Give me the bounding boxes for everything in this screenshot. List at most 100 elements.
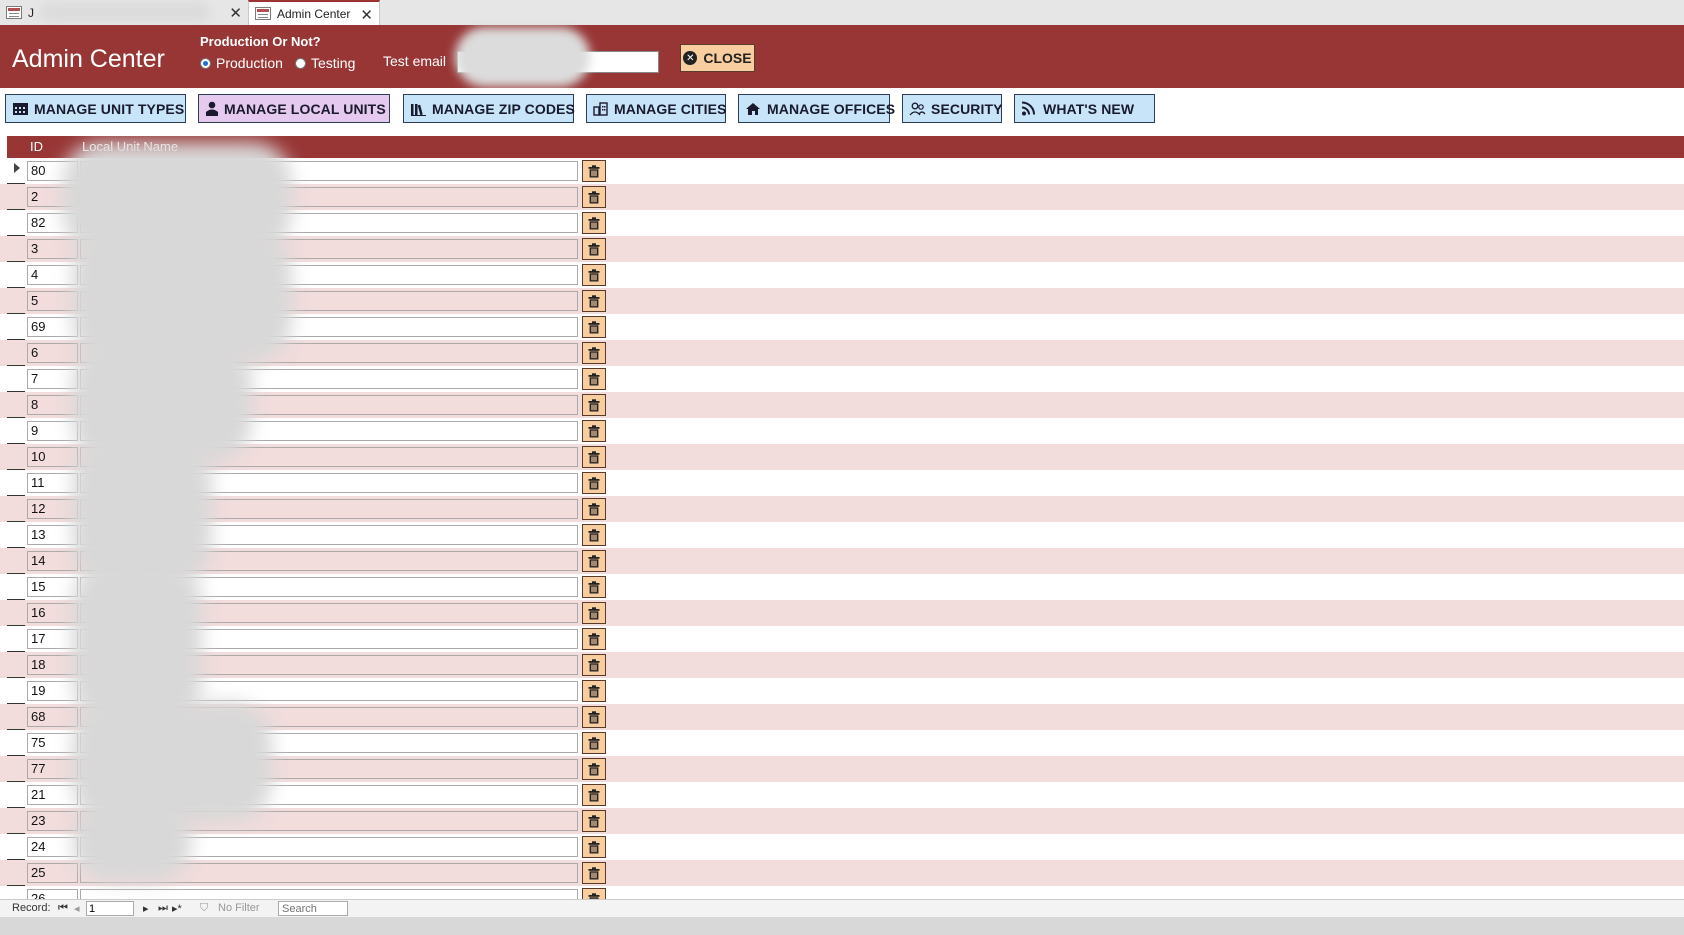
record-selector[interactable] bbox=[7, 236, 25, 262]
delete-button[interactable] bbox=[582, 238, 606, 260]
id-cell[interactable]: 6 bbox=[27, 343, 78, 363]
table-row[interactable]: 16 bbox=[0, 600, 1684, 626]
id-cell[interactable]: 69 bbox=[27, 317, 78, 337]
id-cell[interactable]: 80 bbox=[27, 161, 78, 181]
delete-button[interactable] bbox=[582, 472, 606, 494]
delete-button[interactable] bbox=[582, 368, 606, 390]
delete-button[interactable] bbox=[582, 680, 606, 702]
previous-record-icon[interactable]: ◂ bbox=[74, 902, 80, 915]
local-unit-name-cell[interactable] bbox=[80, 785, 578, 805]
record-selector[interactable] bbox=[7, 184, 25, 210]
local-unit-name-cell[interactable] bbox=[80, 733, 578, 753]
table-row[interactable]: 69 bbox=[0, 314, 1684, 340]
local-unit-name-cell[interactable] bbox=[80, 395, 578, 415]
record-selector[interactable] bbox=[7, 730, 25, 756]
id-cell[interactable]: 82 bbox=[27, 213, 78, 233]
delete-button[interactable] bbox=[582, 264, 606, 286]
id-cell[interactable]: 75 bbox=[27, 733, 78, 753]
table-row[interactable]: 21 bbox=[0, 782, 1684, 808]
table-row[interactable]: 12 bbox=[0, 496, 1684, 522]
record-selector[interactable] bbox=[7, 626, 25, 652]
local-unit-name-cell[interactable] bbox=[80, 499, 578, 519]
delete-button[interactable] bbox=[582, 732, 606, 754]
id-cell[interactable]: 25 bbox=[27, 863, 78, 883]
id-cell[interactable]: 15 bbox=[27, 577, 78, 597]
id-cell[interactable]: 11 bbox=[27, 473, 78, 493]
local-unit-name-cell[interactable] bbox=[80, 551, 578, 571]
local-unit-name-cell[interactable] bbox=[80, 629, 578, 649]
table-row[interactable]: 15 bbox=[0, 574, 1684, 600]
local-unit-name-cell[interactable] bbox=[80, 421, 578, 441]
record-selector[interactable] bbox=[7, 886, 25, 899]
delete-button[interactable] bbox=[582, 550, 606, 572]
manage-zip-codes-button[interactable]: MANAGE ZIP CODES bbox=[403, 94, 575, 123]
id-cell[interactable]: 21 bbox=[27, 785, 78, 805]
manage-offices-button[interactable]: MANAGE OFFICES bbox=[738, 94, 895, 123]
close-button[interactable]: ✕ CLOSE bbox=[680, 44, 755, 72]
table-row[interactable]: 80 bbox=[0, 158, 1684, 184]
record-selector[interactable] bbox=[7, 288, 25, 314]
delete-button[interactable] bbox=[582, 836, 606, 858]
delete-button[interactable] bbox=[582, 862, 606, 884]
tab-document-1[interactable]: J ✕ bbox=[0, 0, 248, 25]
table-row[interactable]: 4 bbox=[0, 262, 1684, 288]
radio-testing[interactable]: Testing bbox=[295, 55, 355, 71]
id-cell[interactable]: 18 bbox=[27, 655, 78, 675]
record-selector[interactable] bbox=[7, 574, 25, 600]
first-record-icon[interactable]: ⏮ bbox=[58, 902, 68, 915]
delete-button[interactable] bbox=[582, 342, 606, 364]
record-selector[interactable] bbox=[7, 340, 25, 366]
close-icon[interactable]: ✕ bbox=[360, 6, 373, 24]
delete-button[interactable] bbox=[582, 628, 606, 650]
local-unit-name-cell[interactable] bbox=[80, 187, 578, 207]
delete-button[interactable] bbox=[582, 290, 606, 312]
record-selector[interactable] bbox=[7, 782, 25, 808]
delete-button[interactable] bbox=[582, 420, 606, 442]
table-row[interactable]: 17 bbox=[0, 626, 1684, 652]
id-cell[interactable]: 5 bbox=[27, 291, 78, 311]
delete-button[interactable] bbox=[582, 394, 606, 416]
table-row[interactable]: 7 bbox=[0, 366, 1684, 392]
delete-button[interactable] bbox=[582, 784, 606, 806]
delete-button[interactable] bbox=[582, 524, 606, 546]
record-selector[interactable] bbox=[7, 366, 25, 392]
record-selector[interactable] bbox=[7, 834, 25, 860]
id-cell[interactable]: 7 bbox=[27, 369, 78, 389]
current-record-input[interactable] bbox=[86, 901, 134, 916]
delete-button[interactable] bbox=[582, 654, 606, 676]
local-unit-name-cell[interactable] bbox=[80, 317, 578, 337]
record-selector[interactable] bbox=[7, 418, 25, 444]
table-row[interactable]: 14 bbox=[0, 548, 1684, 574]
local-unit-name-cell[interactable] bbox=[80, 369, 578, 389]
delete-button[interactable] bbox=[582, 888, 606, 899]
record-selector[interactable] bbox=[7, 496, 25, 522]
close-icon[interactable]: ✕ bbox=[229, 4, 242, 22]
next-record-icon[interactable]: ▸ bbox=[143, 902, 149, 915]
record-selector[interactable] bbox=[7, 756, 25, 782]
record-selector[interactable] bbox=[7, 158, 25, 184]
record-selector[interactable] bbox=[7, 392, 25, 418]
table-row[interactable]: 10 bbox=[0, 444, 1684, 470]
id-cell[interactable]: 8 bbox=[27, 395, 78, 415]
table-row[interactable]: 23 bbox=[0, 808, 1684, 834]
local-unit-name-cell[interactable] bbox=[80, 655, 578, 675]
last-record-icon[interactable]: ⏭ bbox=[158, 902, 168, 915]
local-unit-name-cell[interactable] bbox=[80, 213, 578, 233]
local-unit-name-cell[interactable] bbox=[80, 447, 578, 467]
delete-button[interactable] bbox=[582, 498, 606, 520]
radio-production[interactable]: Production bbox=[200, 55, 283, 71]
delete-button[interactable] bbox=[582, 212, 606, 234]
id-cell[interactable]: 17 bbox=[27, 629, 78, 649]
record-selector[interactable] bbox=[7, 678, 25, 704]
table-row[interactable]: 19 bbox=[0, 678, 1684, 704]
local-unit-name-cell[interactable] bbox=[80, 603, 578, 623]
record-selector[interactable] bbox=[7, 522, 25, 548]
id-cell[interactable]: 24 bbox=[27, 837, 78, 857]
record-selector[interactable] bbox=[7, 470, 25, 496]
table-row[interactable]: 13 bbox=[0, 522, 1684, 548]
whats-new-button[interactable]: WHAT'S NEW bbox=[1014, 94, 1155, 123]
id-cell[interactable]: 10 bbox=[27, 447, 78, 467]
manage-local-units-button[interactable]: MANAGE LOCAL UNITS bbox=[198, 94, 390, 123]
local-unit-name-cell[interactable] bbox=[80, 161, 578, 181]
id-cell[interactable]: 9 bbox=[27, 421, 78, 441]
